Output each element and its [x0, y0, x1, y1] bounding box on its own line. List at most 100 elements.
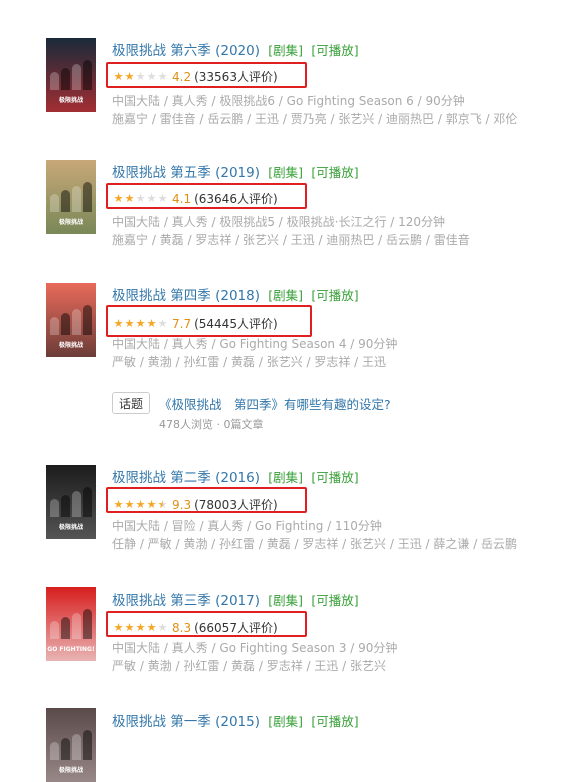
poster-figures	[50, 487, 92, 517]
rating-row: ★ ★ ★ ★ ★ 4.1 (63646人评价)	[113, 190, 278, 207]
title-line: 极限挑战 第五季 (2019) [剧集] [可播放]	[112, 161, 359, 181]
star-icon: ★	[113, 498, 124, 511]
poster-figures	[50, 305, 92, 335]
title-link[interactable]: 极限挑战 第五季 (2019)	[112, 165, 260, 181]
poster-image[interactable]: 极限挑战	[46, 283, 96, 357]
playable-tag[interactable]: [可播放]	[311, 714, 358, 729]
rating-count[interactable]: (66057人评价)	[194, 619, 278, 636]
meta-info: 中国大陆 / 冒险 / 真人秀 / Go Fighting / 110分钟	[112, 519, 382, 533]
category-tag: [剧集]	[268, 288, 304, 303]
playable-tag[interactable]: [可播放]	[311, 470, 358, 485]
category-tag: [剧集]	[268, 165, 304, 180]
rating-row: ★ ★ ★ ★ ★ 4.2 (33563人评价)	[113, 68, 278, 85]
title-line: 极限挑战 第六季 (2020) [剧集] [可播放]	[112, 39, 359, 59]
star-rating: ★ ★ ★ ★ ★	[113, 193, 168, 204]
star-icon: ★	[113, 317, 124, 330]
title-link[interactable]: 极限挑战 第六季 (2020)	[112, 43, 260, 59]
category-tag: [剧集]	[268, 593, 304, 608]
meta-info: 中国大陆 / 真人秀 / 极限挑战5 / 极限挑战·长江之行 / 120分钟	[112, 215, 446, 229]
poster-figures	[50, 730, 92, 760]
rating-count[interactable]: (78003人评价)	[194, 496, 278, 513]
playable-tag[interactable]: [可播放]	[311, 43, 358, 58]
star-rating: ★ ★ ★ ★ ★	[113, 318, 168, 329]
star-icon: ★	[146, 192, 157, 205]
rating-count[interactable]: (54445人评价)	[194, 315, 278, 332]
poster-label: 极限挑战	[58, 97, 83, 104]
star-rating: ★ ★ ★ ★ ★	[113, 622, 168, 633]
star-icon: ★	[157, 70, 168, 83]
rating-count[interactable]: (33563人评价)	[194, 68, 278, 85]
star-icon: ★	[124, 621, 135, 634]
topic-link[interactable]: 《极限挑战 第四季》有哪些有趣的设定?	[159, 394, 391, 413]
rating-count[interactable]: (63646人评价)	[194, 190, 278, 207]
star-icon: ★	[135, 317, 146, 330]
title-link[interactable]: 极限挑战 第三季 (2017)	[112, 593, 260, 609]
poster-image[interactable]: GO FIGHTING!	[46, 587, 96, 661]
star-icon: ★	[113, 621, 124, 634]
star-rating: ★ ★ ★ ★ ★	[113, 499, 168, 510]
star-icon: ★	[124, 192, 135, 205]
poster-label: 极限挑战	[58, 524, 83, 531]
star-icon: ★	[146, 70, 157, 83]
meta-info: 中国大陆 / 真人秀 / 极限挑战6 / Go Fighting Season …	[112, 94, 465, 108]
playable-tag[interactable]: [可播放]	[311, 165, 358, 180]
title-line: 极限挑战 第三季 (2017) [剧集] [可播放]	[112, 589, 359, 609]
star-icon: ★	[135, 192, 146, 205]
topic-stats: 478人浏览 · 0篇文章	[159, 418, 264, 431]
poster-image[interactable]: 极限挑战	[46, 708, 96, 782]
score: 9.3	[172, 497, 192, 512]
star-icon: ★	[124, 498, 135, 511]
title-line: 极限挑战 第一季 (2015) [剧集] [可播放]	[112, 710, 359, 730]
cast-list: 任静 / 严敏 / 黄渤 / 孙红雷 / 黄磊 / 罗志祥 / 张艺兴 / 王迅…	[112, 537, 518, 551]
title-link[interactable]: 极限挑战 第四季 (2018)	[112, 288, 260, 304]
score: 7.7	[172, 316, 192, 331]
star-icon: ★	[157, 621, 168, 634]
cast-list: 严敏 / 黄渤 / 孙红雷 / 黄磊 / 罗志祥 / 王迅 / 张艺兴	[112, 659, 387, 673]
poster-image[interactable]: 极限挑战	[46, 465, 96, 539]
cast-list: 严敏 / 黄渤 / 孙红雷 / 黄磊 / 张艺兴 / 罗志祥 / 王迅	[112, 355, 387, 369]
meta-info: 中国大陆 / 真人秀 / Go Fighting Season 3 / 90分钟	[112, 641, 398, 655]
poster-label: 极限挑战	[58, 219, 83, 226]
poster-figures	[50, 609, 92, 639]
playable-tag[interactable]: [可播放]	[311, 288, 358, 303]
poster-label: GO FIGHTING!	[47, 646, 95, 653]
star-rating: ★ ★ ★ ★ ★	[113, 71, 168, 82]
category-tag: [剧集]	[268, 43, 304, 58]
poster-image[interactable]: 极限挑战	[46, 160, 96, 234]
star-icon: ★	[135, 498, 146, 511]
star-icon: ★	[157, 192, 168, 205]
poster-image[interactable]: 极限挑战	[46, 38, 96, 112]
title-link[interactable]: 极限挑战 第二季 (2016)	[112, 470, 260, 486]
poster-label: 极限挑战	[58, 342, 83, 349]
poster-figures	[50, 60, 92, 90]
score: 4.2	[172, 69, 192, 84]
category-tag: [剧集]	[268, 470, 304, 485]
rating-row: ★ ★ ★ ★ ★ 9.3 (78003人评价)	[113, 496, 278, 513]
star-icon: ★	[146, 498, 157, 511]
title-link[interactable]: 极限挑战 第一季 (2015)	[112, 714, 260, 730]
title-line: 极限挑战 第二季 (2016) [剧集] [可播放]	[112, 466, 359, 486]
poster-label: 极限挑战	[58, 767, 83, 774]
poster-figures	[50, 182, 92, 212]
topic-button[interactable]: 话题	[112, 392, 150, 414]
title-line: 极限挑战 第四季 (2018) [剧集] [可播放]	[112, 284, 359, 304]
star-icon: ★	[135, 70, 146, 83]
star-icon: ★	[157, 498, 168, 511]
star-icon: ★	[146, 621, 157, 634]
star-icon: ★	[124, 317, 135, 330]
playable-tag[interactable]: [可播放]	[311, 593, 358, 608]
star-icon: ★	[124, 70, 135, 83]
star-icon: ★	[113, 70, 124, 83]
cast-list: 施嘉宁 / 雷佳音 / 岳云鹏 / 王迅 / 贾乃亮 / 张艺兴 / 迪丽热巴 …	[112, 112, 518, 126]
score: 8.3	[172, 620, 192, 635]
meta-info: 中国大陆 / 真人秀 / Go Fighting Season 4 / 90分钟	[112, 337, 398, 351]
star-icon: ★	[157, 317, 168, 330]
star-icon: ★	[113, 192, 124, 205]
score: 4.1	[172, 191, 192, 206]
rating-row: ★ ★ ★ ★ ★ 8.3 (66057人评价)	[113, 619, 278, 636]
star-icon: ★	[146, 317, 157, 330]
cast-list: 施嘉宁 / 黄磊 / 罗志祥 / 张艺兴 / 王迅 / 迪丽热巴 / 岳云鹏 /…	[112, 233, 470, 247]
rating-row: ★ ★ ★ ★ ★ 7.7 (54445人评价)	[113, 315, 278, 332]
category-tag: [剧集]	[268, 714, 304, 729]
star-icon: ★	[135, 621, 146, 634]
